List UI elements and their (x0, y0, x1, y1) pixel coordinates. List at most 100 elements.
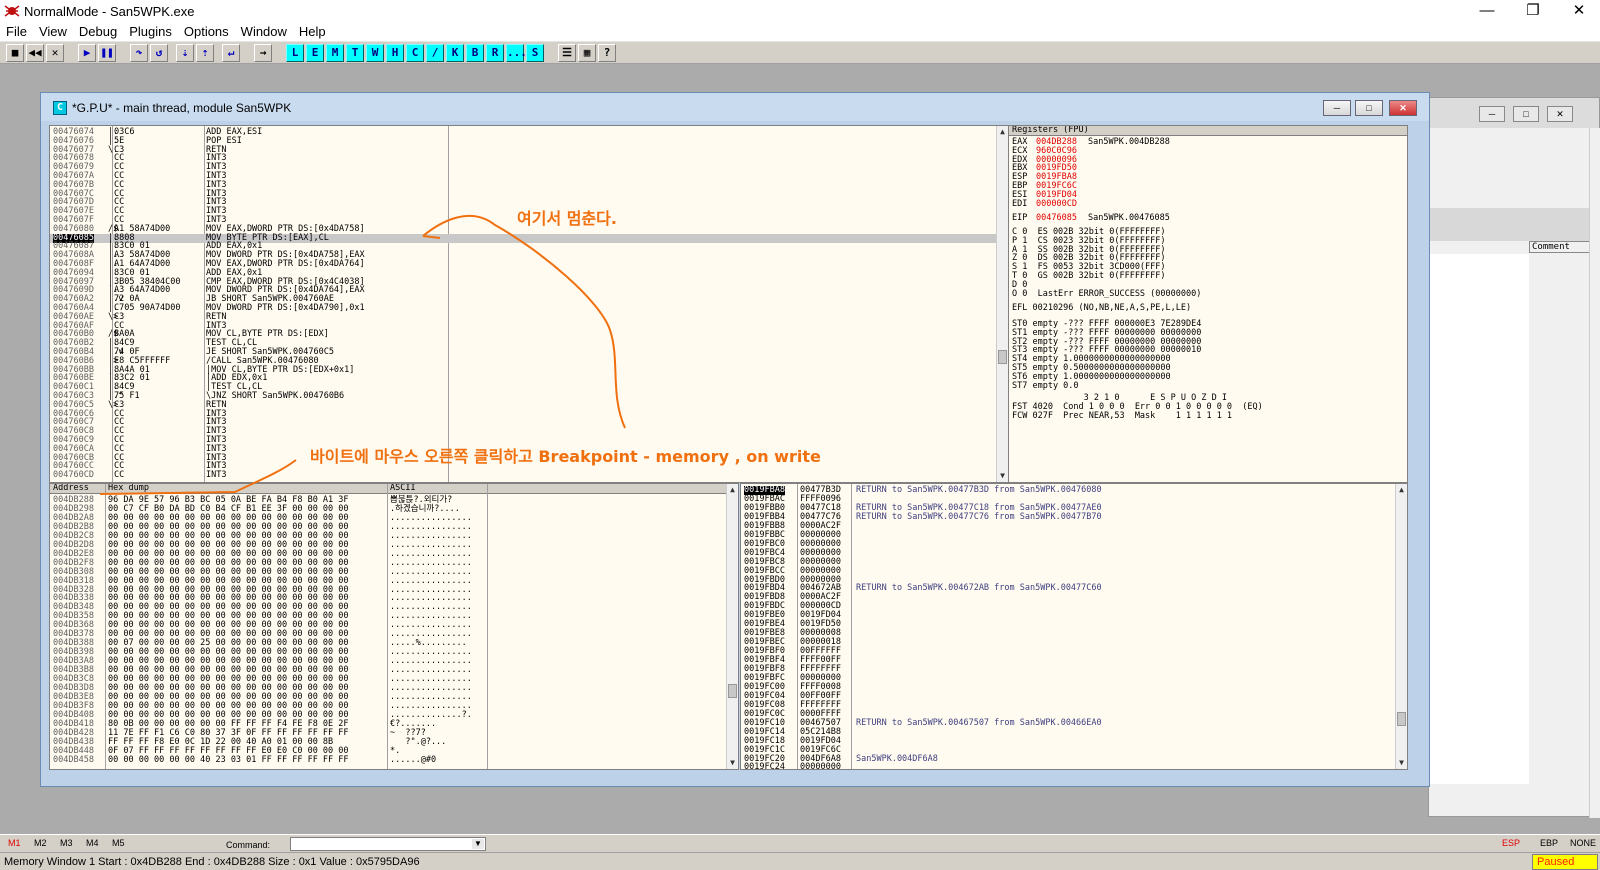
open-icon[interactable]: ■ (6, 44, 24, 62)
dump-pane[interactable]: Address Hex dump ASCII 004DB288 96 DA 9E … (49, 483, 739, 770)
disasm-row[interactable]: 0047607A CC INT3 (50, 172, 996, 181)
disasm-row[interactable]: 004760C5 \> C3 RETN (50, 400, 996, 410)
disasm-row[interactable]: 00476077 \. C3 RETN (50, 145, 996, 155)
toolbar-letter-slash[interactable]: / (426, 44, 444, 62)
toolbar-letter-l[interactable]: L (286, 44, 304, 62)
run-icon[interactable]: ▶ (78, 44, 96, 62)
toolbar-letter-t[interactable]: T (346, 44, 364, 62)
toolbar-letter-h[interactable]: H (386, 44, 404, 62)
stack-pane[interactable]: 0019FBA8 00477B3D RETURN to San5WPK.00477B… (740, 483, 1408, 770)
pause-icon[interactable]: ❚❚ (98, 44, 116, 62)
menu-options[interactable]: Options (178, 22, 235, 42)
reg-none-toggle[interactable]: NONE (1570, 838, 1596, 848)
toolbar-letter-k[interactable]: K (446, 44, 464, 62)
disasm-row[interactable]: 0047607C CC INT3 (50, 189, 996, 199)
disasm-row[interactable]: 004760C6 CC INT3 (50, 409, 996, 419)
menu-file[interactable]: File (0, 22, 33, 42)
cpu-maximize-button[interactable]: □ (1355, 100, 1383, 116)
chevron-down-icon[interactable]: ▼ (472, 839, 484, 849)
disasm-row[interactable]: 00476078 CC INT3 (50, 154, 996, 163)
bw-maximize-button[interactable]: □ (1513, 106, 1539, 122)
disasm-row[interactable]: 00476094 |. 83C0 01 ADD EAX,0x1 (50, 268, 996, 278)
disasm-row[interactable]: 004760AF CC INT3 (50, 321, 996, 331)
disasm-row[interactable]: 00476085 |. 8808 MOV BYTE PTR DS:[EAX],CL (50, 233, 996, 243)
stack-scroll-down-icon[interactable]: ▼ (1396, 757, 1407, 769)
disasm-row[interactable]: 0047607B CC INT3 (50, 180, 996, 190)
scroll-up-icon[interactable]: ▲ (997, 126, 1008, 138)
disasm-row[interactable]: 004760AE \> C3 RETN (50, 312, 996, 322)
disasm-row[interactable]: 004760B2 |. 84C9 TEST CL,CL (50, 339, 996, 348)
bw-close-button[interactable]: ✕ (1547, 106, 1573, 122)
maximize-button[interactable]: ❐ (1510, 0, 1556, 22)
toolbar-letter-m[interactable]: M (326, 44, 344, 62)
stack-scroll-thumb[interactable] (1397, 712, 1406, 726)
disasm-row[interactable]: 0047608F |. A1 64A74D00 MOV EAX,DWORD PTR D… (50, 260, 996, 269)
restart-icon[interactable]: ◀◀ (26, 44, 44, 62)
disasm-row[interactable]: 004760BB |. 8A4A 01 |MOV CL,BYTE PTR DS:[ED… (50, 365, 996, 375)
goto-icon[interactable]: → (254, 44, 272, 62)
trace-into-icon[interactable]: ⇣ (176, 44, 194, 62)
toolbar-letter-r[interactable]: R (486, 44, 504, 62)
disassembly-pane[interactable]: 00476074 |. 03C6 ADD EAX,ESI 00476076 |. 5E POP… (49, 125, 1009, 483)
disasm-row[interactable]: 004760A2 |.v 72 0A JB SHORT San5WPK.004760A… (50, 295, 996, 304)
cpu-title-bar[interactable]: C *G.P.U* - main thread, module San5WPK … (41, 93, 1429, 121)
mark-m5[interactable]: M5 (112, 838, 125, 848)
disasm-row[interactable]: 004760B0/$ 8A0A MOV CL,BYTE PTR DS:[EDX] (50, 330, 996, 339)
disasm-row[interactable]: 004760B4 |.v 74 0F JE SHORT San5WPK.004760C… (50, 348, 996, 357)
mark-m3[interactable]: M3 (60, 838, 73, 848)
trace-over-icon[interactable]: ⇡ (196, 44, 214, 62)
close-process-icon[interactable]: ✕ (46, 44, 64, 62)
toolbar-letter-e[interactable]: E (306, 44, 324, 62)
toolbar-letter-c[interactable]: C (406, 44, 424, 62)
bw-scrollbar[interactable] (1589, 128, 1600, 818)
disasm-row[interactable]: 004760C8 CC INT3 (50, 427, 996, 436)
menu-help[interactable]: Help (293, 22, 332, 42)
scroll-thumb[interactable] (998, 350, 1007, 364)
disasm-row[interactable]: 004760A4 |. C705 90A74D00 MOV DWORD PTR DS:… (50, 304, 996, 313)
mark-m2[interactable]: M2 (34, 838, 47, 848)
dump-ascii-header[interactable]: ASCII (390, 484, 416, 493)
disasm-row[interactable]: 004760C1 |. 84C9 |TEST CL,CL (50, 383, 996, 392)
mark-m1[interactable]: M1 (8, 838, 21, 848)
toolbar-letter-dots[interactable]: ... (506, 44, 527, 62)
disasm-row[interactable]: 00476087 |. 83C0 01 ADD EAX,0x1 (50, 242, 996, 251)
disasm-row[interactable]: 004760BE |. 83C2 01 |ADD EDX,0x1 (50, 374, 996, 383)
disasm-row[interactable]: 004760C3 |.^ 75 F1 \JNZ SHORT San5WPK.00476… (50, 392, 996, 401)
step-over-icon[interactable]: ↺ (150, 44, 168, 62)
disasm-row[interactable]: 0047609D |. A3 64A74D00 MOV DWORD PTR DS:[0… (50, 286, 996, 295)
menu-debug[interactable]: Debug (73, 22, 123, 42)
disasm-row[interactable]: 00476074 |. 03C6 ADD EAX,ESI (50, 128, 996, 137)
help-icon[interactable]: ? (598, 44, 616, 62)
disasm-row[interactable]: 004760CD CC INT3 (50, 471, 996, 480)
grid-icon[interactable]: ▦ (578, 44, 596, 62)
disasm-row[interactable]: 004760B6 |> E8 C5FFFFFF/CALL San5WPK.00476… (50, 356, 996, 366)
minimize-button[interactable]: — (1464, 0, 1510, 22)
disasm-row[interactable]: 00476097 |. 3B05 38404C00 CMP EAX,DWORD PTR… (50, 277, 996, 287)
menu-window[interactable]: Window (235, 22, 293, 42)
dump-scroll-up-icon[interactable]: ▲ (727, 484, 738, 496)
menu-plugins[interactable]: Plugins (123, 22, 178, 42)
background-window[interactable]: ─ □ ✕ Comment (1428, 97, 1600, 818)
disasm-row[interactable]: 0047608A |. A3 58A74D00 MOV DWORD PTR DS:[0… (50, 251, 996, 260)
stack-scrollbar[interactable]: ▲ ▼ (1395, 484, 1407, 769)
toolbar-letter-s[interactable]: S (526, 44, 544, 62)
list-icon[interactable]: ☰ (558, 44, 576, 62)
registers-pane[interactable]: Registers (FPU) EAX 004DB288 San5WPK.004DB… (1008, 125, 1408, 483)
toolbar-letter-w[interactable]: W (366, 44, 384, 62)
execute-till-return-icon[interactable]: ↵ (222, 44, 240, 62)
reg-esp-toggle[interactable]: ESP (1502, 838, 1520, 848)
dump-scroll-thumb[interactable] (728, 684, 737, 698)
step-into-icon[interactable]: ↷ (130, 44, 148, 62)
dump-hex-header[interactable]: Hex dump (108, 484, 149, 493)
menu-view[interactable]: View (33, 22, 73, 42)
cpu-close-button[interactable]: ✕ (1389, 100, 1417, 116)
stack-scroll-up-icon[interactable]: ▲ (1396, 484, 1407, 496)
disasm-row[interactable]: 004760C7 CC INT3 (50, 418, 996, 427)
command-input[interactable]: ▼ (290, 837, 486, 851)
dump-scrollbar[interactable]: ▲ ▼ (726, 484, 738, 769)
bw-minimize-button[interactable]: ─ (1479, 106, 1505, 122)
reg-ebp-toggle[interactable]: EBP (1540, 838, 1558, 848)
dump-scroll-down-icon[interactable]: ▼ (727, 757, 738, 769)
disasm-row[interactable]: 00476076 |. 5E POP ESI (50, 136, 996, 146)
scroll-down-icon[interactable]: ▼ (997, 470, 1008, 482)
